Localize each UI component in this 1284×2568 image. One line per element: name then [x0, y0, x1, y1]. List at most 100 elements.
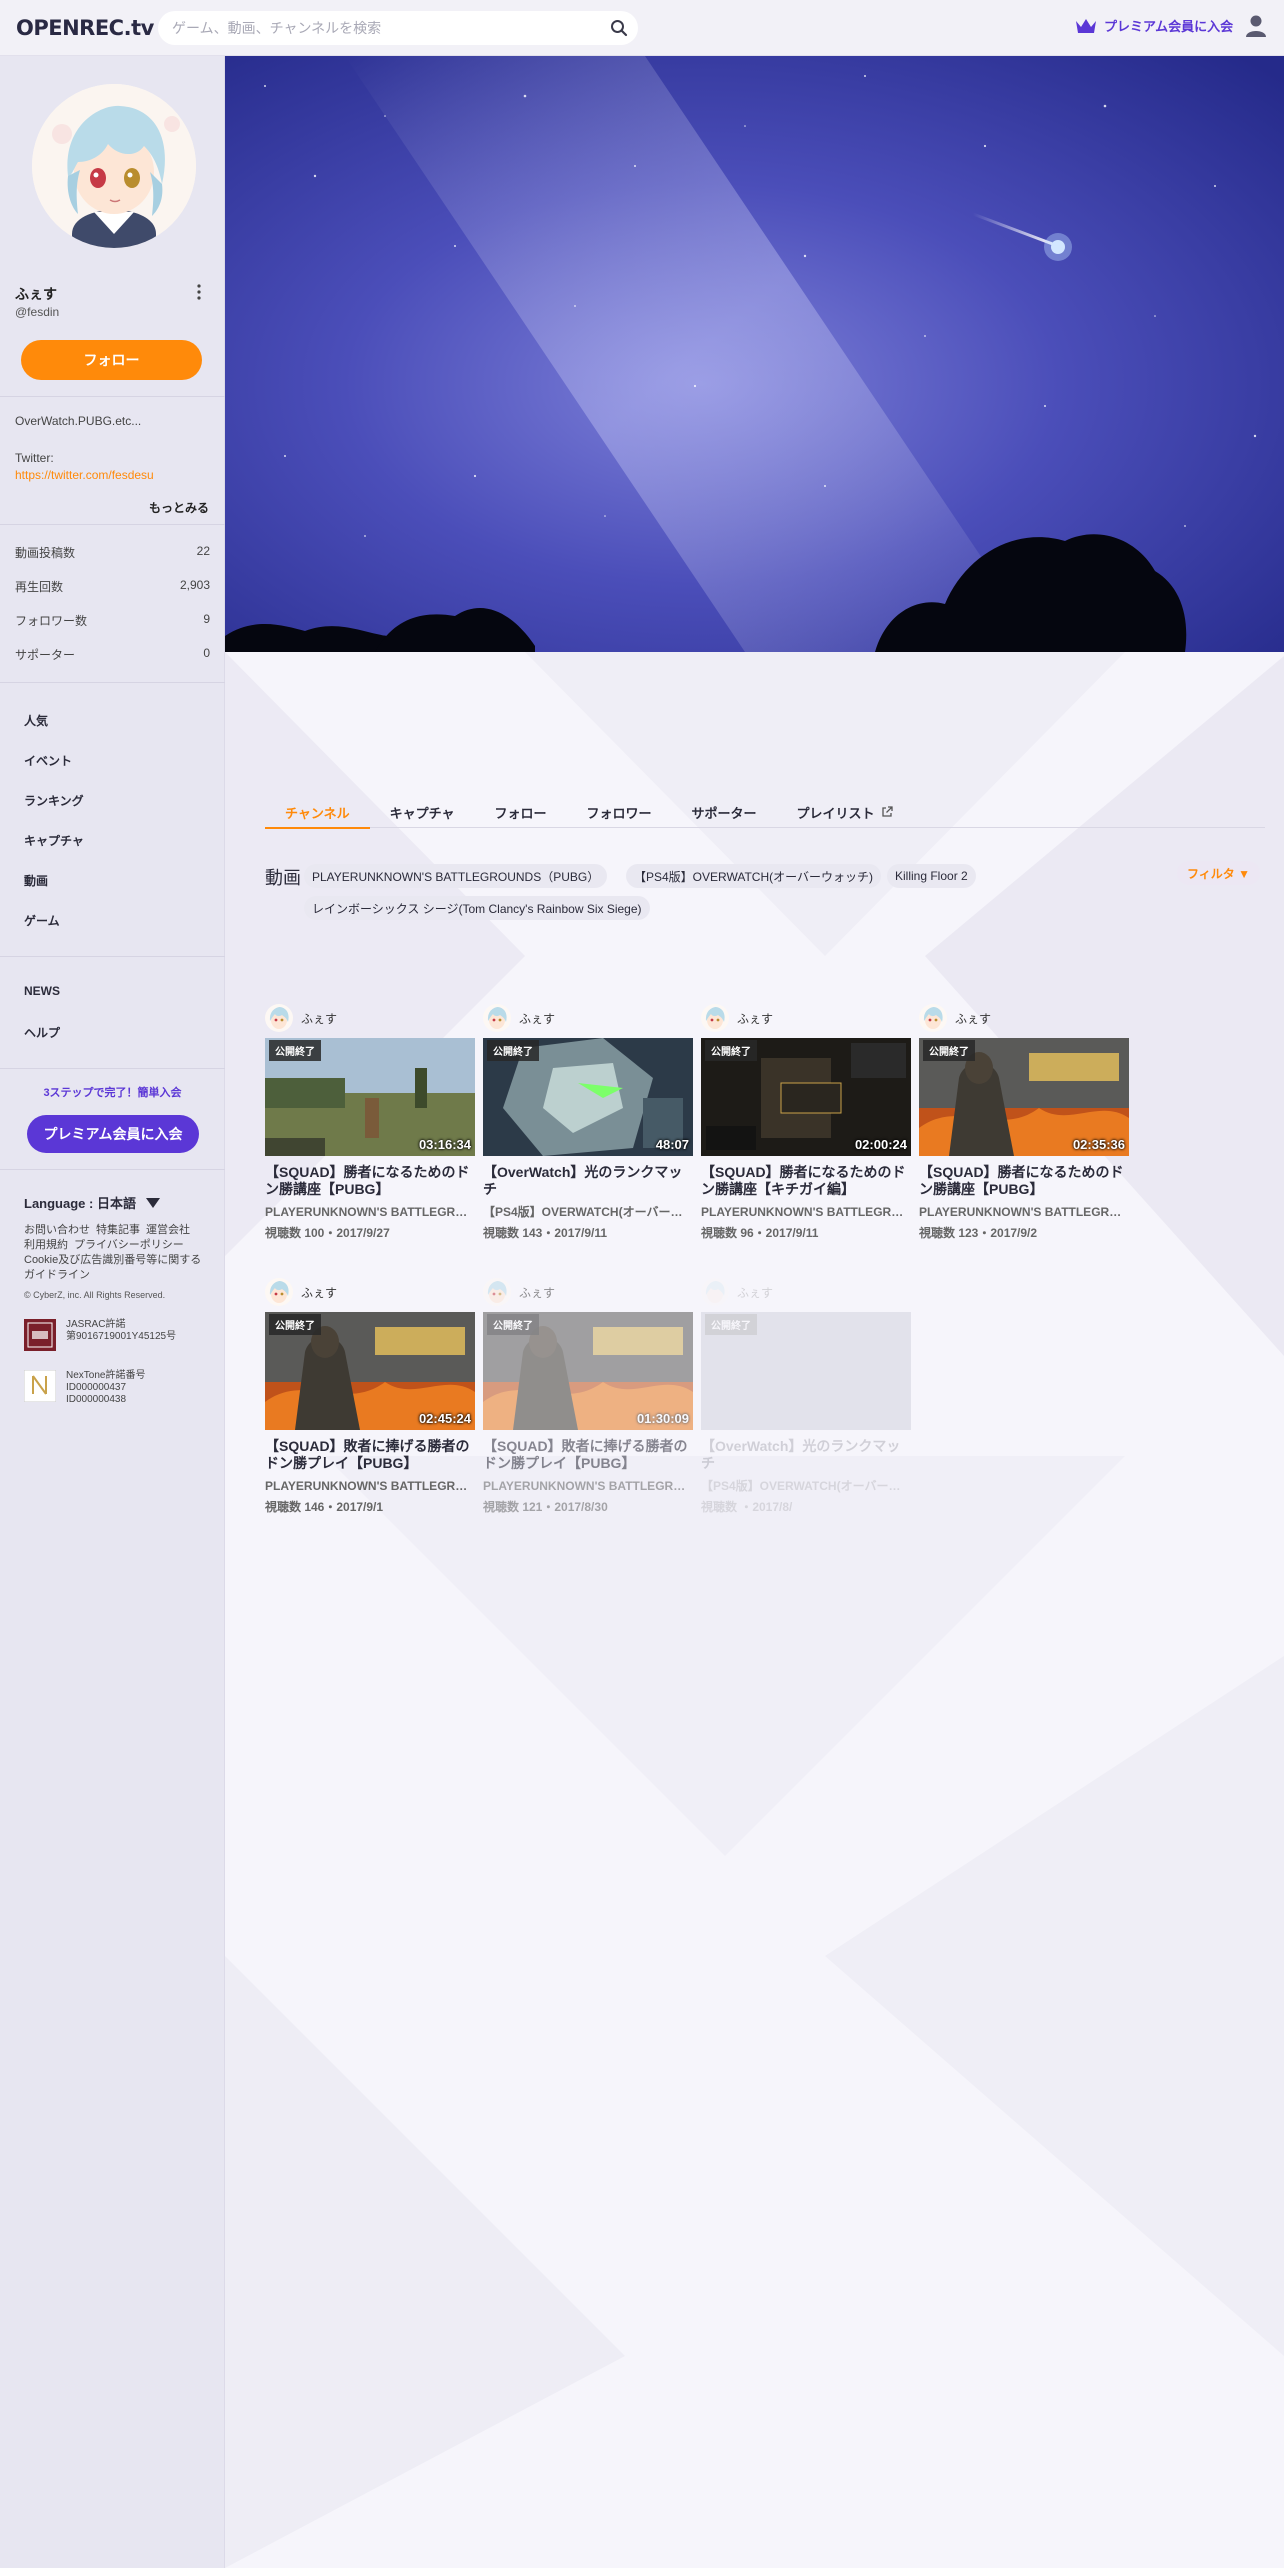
ended-badge: 公開終了	[705, 1314, 757, 1335]
video-owner[interactable]: ふぇす	[265, 1276, 475, 1308]
footer-features[interactable]: 特集記事	[96, 1224, 140, 1236]
video-game[interactable]: 【PS4版】OVERWATCH(オーバーウォッチ)	[483, 1203, 693, 1220]
tab-capture[interactable]: キャプチャ	[370, 796, 475, 828]
filter-chip-rainbow-six[interactable]: レインボーシックス シージ(Tom Clancy's Rainbow Six S…	[304, 896, 650, 920]
follow-button[interactable]: フォロー	[21, 340, 202, 380]
footer-privacy[interactable]: プライバシーポリシー	[74, 1239, 184, 1251]
user-icon[interactable]	[1245, 14, 1267, 43]
video-owner[interactable]: ふぇす	[483, 1276, 693, 1308]
video-game[interactable]: PLAYERUNKNOWN'S BATTLEGROUNDS（PUBG）	[701, 1203, 911, 1220]
video-card[interactable]: ふぇす 公開終了 02:45:24 【SQUAD】敗者に捧げる勝者のドン勝プレイ…	[265, 1276, 475, 1515]
video-card[interactable]: ふぇす 公開終了 02:35:36 【SQUAD】勝者になるためのドン勝講座【P…	[919, 1002, 1129, 1241]
video-thumbnail[interactable]: 公開終了 48:07	[483, 1038, 693, 1156]
search-bar	[158, 11, 638, 45]
video-owner[interactable]: ふぇす	[919, 1002, 1129, 1034]
tab-label: チャンネル	[285, 805, 350, 821]
filter-chip-overwatch[interactable]: 【PS4版】OVERWATCH(オーバーウォッチ)	[626, 864, 882, 888]
video-owner[interactable]: ふぇす	[701, 1002, 911, 1034]
filter-chip-pubg[interactable]: PLAYERUNKNOWN'S BATTLEGROUNDS（PUBG）	[304, 864, 608, 888]
footer-company[interactable]: 運営会社	[146, 1224, 190, 1236]
video-meta: 視聴数 123・2017/9/2	[919, 1226, 1038, 1240]
tab-label: キャプチャ	[389, 805, 455, 821]
video-card[interactable]: ふぇす 公開終了 03:16:34 【SQUAD】勝者になるためのドン勝講座【P…	[265, 1002, 475, 1241]
stat-label: 再生回数	[15, 580, 64, 594]
video-thumbnail[interactable]: 公開終了 02:00:24	[701, 1038, 911, 1156]
divider	[0, 682, 225, 683]
video-thumbnail[interactable]: 公開終了 02:45:24	[265, 1312, 475, 1430]
filter-chip-killing-floor[interactable]: Killing Floor 2	[887, 864, 976, 888]
tab-label: プレイリスト	[796, 805, 875, 821]
video-owner[interactable]: ふぇす	[265, 1002, 475, 1034]
stat-videos: 動画投稿数 22	[15, 544, 210, 561]
video-game[interactable]: PLAYERUNKNOWN'S BATTLEGROUNDS（PUBG）	[483, 1477, 693, 1494]
nav-help[interactable]: ヘルプ	[24, 1024, 60, 1041]
premium-join-label: プレミアム会員に入会	[1104, 19, 1234, 34]
video-title[interactable]: 【OverWatch】光のランクマッチ	[701, 1438, 911, 1472]
video-title[interactable]: 【SQUAD】敗者に捧げる勝者のドン勝プレイ【PUBG】	[265, 1438, 475, 1472]
copyright: © CyberZ, inc. All Rights Reserved.	[24, 1290, 166, 1300]
more-options-icon[interactable]	[194, 282, 204, 302]
ended-badge: 公開終了	[269, 1040, 321, 1061]
search-icon[interactable]	[608, 17, 630, 39]
video-thumbnail[interactable]: 公開終了 01:30:09	[483, 1312, 693, 1430]
video-title[interactable]: 【SQUAD】勝者になるためのドン勝講座【PUBG】	[919, 1164, 1129, 1198]
tab-label: フォロー	[494, 805, 547, 821]
stat-value: 2,903	[179, 578, 210, 592]
channel-avatar[interactable]	[32, 84, 196, 248]
video-game[interactable]: PLAYERUNKNOWN'S BATTLEGROUNDS（PUBG）	[265, 1477, 475, 1494]
tab-followers[interactable]: フォロワー	[567, 796, 672, 828]
openrec-logo[interactable]: OPENREC.tv	[16, 16, 154, 40]
nav-ranking[interactable]: ランキング	[24, 792, 84, 809]
video-title[interactable]: 【OverWatch】光のランクマッチ	[483, 1164, 693, 1198]
twitter-link[interactable]: https://twitter.com/fesdesu	[15, 468, 154, 482]
footer-cookie[interactable]: Cookie及び広告識別番号等に関するガイドライン	[24, 1254, 201, 1281]
nav-popular[interactable]: 人気	[24, 712, 48, 729]
filter-button[interactable]: フィルタ ▼	[1177, 861, 1260, 885]
owner-name: ふぇす	[955, 1011, 992, 1026]
tab-playlist[interactable]: プレイリスト	[777, 796, 913, 828]
video-title[interactable]: 【SQUAD】勝者になるためのドン勝講座【キチガイ編】	[701, 1164, 911, 1198]
video-thumbnail[interactable]: 公開終了	[701, 1312, 911, 1430]
nav-events[interactable]: イベント	[24, 752, 72, 769]
video-owner[interactable]: ふぇす	[483, 1002, 693, 1034]
nav-videos[interactable]: 動画	[24, 872, 48, 889]
video-card[interactable]: ふぇす 公開終了 01:30:09 【SQUAD】敗者に捧げる勝者のドン勝プレイ…	[483, 1276, 693, 1515]
video-game[interactable]: 【PS4版】OVERWATCH(オーバーウォッチ)	[701, 1477, 911, 1494]
more-button[interactable]: もっとみる	[149, 499, 209, 516]
jasrac-license: JASRAC許諾 第9016719001Y45125号	[24, 1319, 176, 1351]
tab-follow[interactable]: フォロー	[475, 796, 567, 828]
tab-channel[interactable]: チャンネル	[265, 796, 370, 829]
channel-tabs: チャンネル キャプチャ フォロー フォロワー サポーター プレイリスト	[265, 796, 1265, 829]
owner-avatar	[919, 1004, 947, 1032]
video-card[interactable]: ふぇす 公開終了 48:07 【OverWatch】光のランクマッチ 【PS4版…	[483, 1002, 693, 1241]
license-line: NexTone許諾番号	[66, 1370, 146, 1381]
video-title[interactable]: 【SQUAD】勝者になるためのドン勝講座【PUBG】	[265, 1164, 475, 1198]
video-game[interactable]: PLAYERUNKNOWN'S BATTLEGROUNDS（PUBG）	[919, 1203, 1129, 1220]
video-card[interactable]: ふぇす 公開終了 【OverWatch】光のランクマッチ 【PS4版】OVERW…	[701, 1276, 911, 1515]
video-card[interactable]: ふぇす 公開終了 02:00:24 【SQUAD】勝者になるためのドン勝講座【キ…	[701, 1002, 911, 1241]
footer-terms[interactable]: 利用規約	[24, 1239, 68, 1251]
video-title[interactable]: 【SQUAD】敗者に捧げる勝者のドン勝プレイ【PUBG】	[483, 1438, 693, 1472]
license-line: JASRAC許諾	[66, 1319, 126, 1330]
premium-join-link[interactable]: プレミアム会員に入会	[1074, 16, 1233, 35]
video-owner[interactable]: ふぇす	[701, 1276, 911, 1308]
video-game[interactable]: PLAYERUNKNOWN'S BATTLEGROUNDS（PUBG）	[265, 1203, 475, 1220]
search-input[interactable]	[172, 20, 592, 36]
owner-avatar	[701, 1004, 729, 1032]
twitter-label: Twitter:	[15, 451, 54, 465]
video-duration: 48:07	[655, 1137, 689, 1152]
premium-join-button[interactable]: プレミアム会員に入会	[27, 1115, 199, 1153]
nav-games[interactable]: ゲーム	[24, 912, 60, 929]
stat-supporters: サポーター 0	[15, 646, 210, 663]
ended-badge: 公開終了	[705, 1040, 757, 1061]
footer-contact[interactable]: お問い合わせ	[24, 1224, 90, 1236]
video-thumbnail[interactable]: 公開終了 03:16:34	[265, 1038, 475, 1156]
divider	[0, 396, 225, 397]
tab-supporters[interactable]: サポーター	[672, 796, 777, 828]
video-thumbnail[interactable]: 公開終了 02:35:36	[919, 1038, 1129, 1156]
language-selector[interactable]: Language : 日本語	[24, 1193, 160, 1212]
nav-capture[interactable]: キャプチャ	[24, 832, 84, 849]
owner-avatar	[265, 1278, 293, 1306]
nav-news[interactable]: NEWS	[24, 984, 60, 998]
video-meta: 視聴数 96・2017/9/11	[701, 1226, 819, 1240]
